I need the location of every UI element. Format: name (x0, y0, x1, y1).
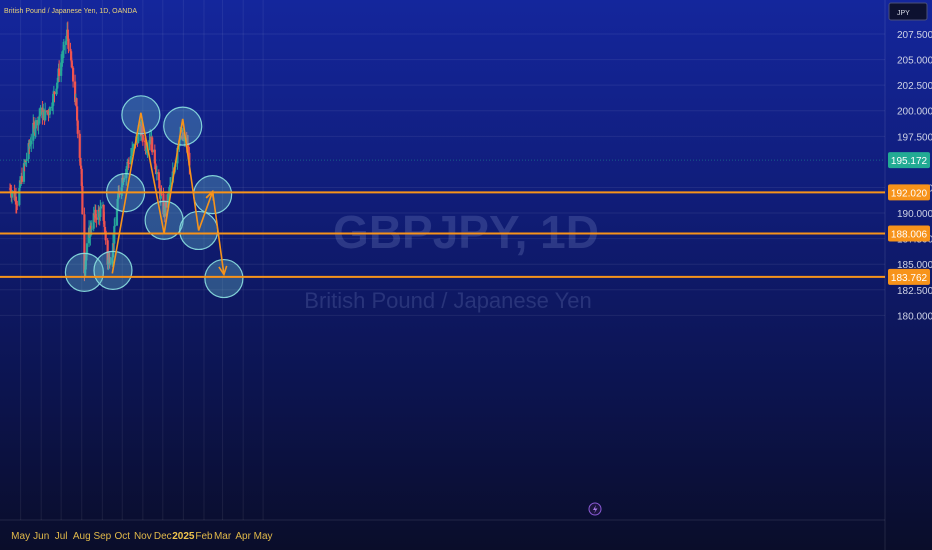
candle-body (18, 187, 21, 205)
x-tick-label: May (254, 531, 273, 542)
level-price-label: 188.006 (891, 229, 928, 240)
candle-body (99, 206, 103, 209)
candle-body (44, 110, 47, 121)
x-tick-label: Apr (235, 531, 251, 542)
candle-body (85, 243, 89, 254)
candle-body (151, 137, 154, 153)
x-tick-label: 2025 (172, 531, 195, 542)
currency-button[interactable]: JPY (888, 2, 928, 21)
candle (104, 229, 107, 245)
x-tick-label: Mar (214, 531, 232, 542)
candle-body (155, 172, 158, 175)
x-tick-label: Jul (55, 531, 68, 542)
y-tick-label: 197.500 (897, 132, 932, 143)
y-tick-label: 180.000 (897, 311, 932, 322)
chart-title: British Pound / Japanese Yen, 1D, OANDA (4, 8, 137, 15)
candle-body (104, 230, 107, 241)
highlight-circle (204, 258, 244, 299)
candle-body (127, 162, 131, 164)
x-tick-label: Nov (134, 531, 152, 542)
y-tick-label: 190.000 (897, 209, 932, 220)
x-tick-label: Jun (33, 531, 49, 542)
candle-body (20, 176, 24, 182)
candle-body (16, 204, 19, 206)
candle (44, 102, 47, 122)
candle (151, 135, 154, 155)
candle (48, 106, 51, 119)
price-chart: GBPJPY, 1D British Pound / Japanese Yen … (0, 0, 932, 550)
candle-body (48, 107, 51, 115)
candle-body (38, 114, 41, 117)
y-tick-label: 202.500 (897, 81, 932, 92)
level-price-label: 183.762 (891, 273, 928, 284)
level-price-label: 192.020 (891, 188, 928, 199)
highlight-circle (163, 106, 203, 146)
candle-body (62, 44, 65, 51)
y-tick-label: 207.500 (897, 30, 932, 41)
x-tick-label: May (11, 531, 30, 542)
candle (76, 119, 79, 139)
candle-body (78, 133, 81, 158)
y-tick-label: 200.000 (897, 107, 932, 118)
x-tick-label: Oct (114, 531, 130, 542)
x-tick-label: Feb (195, 531, 213, 542)
candle-body (53, 91, 56, 95)
x-tick-label: Sep (93, 531, 111, 542)
candle (81, 182, 84, 215)
chart-area: GBPJPY, 1D British Pound / Japanese Yen … (0, 0, 932, 550)
candle-body (113, 226, 116, 244)
candle-body (99, 208, 102, 217)
candle-body (72, 67, 75, 82)
watermark-name: British Pound / Japanese Yen (304, 288, 591, 313)
candle-body (113, 225, 117, 227)
y-tick-label: 182.500 (897, 286, 932, 297)
candle-body (160, 193, 163, 195)
current-price-label: 195.172 (891, 156, 928, 167)
candle-body (39, 107, 42, 115)
lightning-icon[interactable] (588, 502, 602, 516)
candle-body (141, 134, 144, 141)
x-tick-label: Dec (154, 531, 172, 542)
currency-label: JPY (897, 10, 910, 17)
watermark-symbol: GBPJPY, 1D (333, 206, 599, 258)
candle-body (30, 140, 33, 145)
candle-body (75, 106, 79, 121)
x-tick-label: Aug (73, 531, 91, 542)
candle-body (76, 120, 79, 134)
candle-body (58, 68, 61, 76)
candle-body (95, 217, 98, 220)
candle-body (34, 120, 38, 129)
candle-body (81, 186, 84, 215)
candle-body (67, 38, 70, 49)
y-tick-label: 205.000 (897, 56, 932, 67)
candle (72, 66, 75, 88)
candle-body (90, 228, 93, 230)
